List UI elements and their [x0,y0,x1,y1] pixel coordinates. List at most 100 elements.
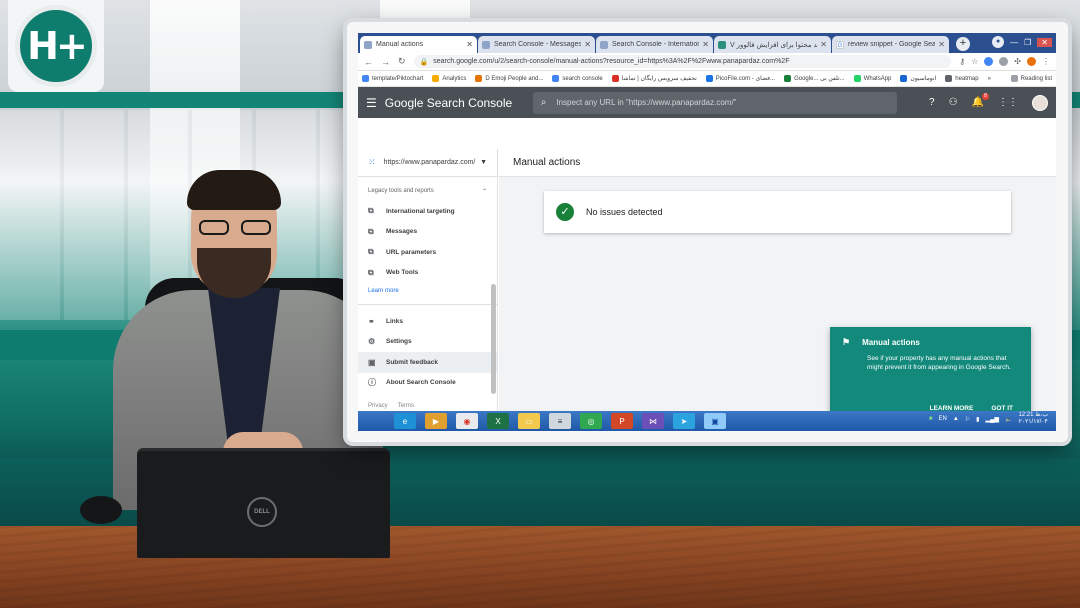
bookmark[interactable]: تخفیف سرویس رایگان | تماشا [611,75,697,82]
manual-actions-tooltip: ⚑ Manual actions See if your property ha… [830,327,1031,424]
puzzle-icon[interactable]: ✣ [1014,57,1021,66]
close-window-icon[interactable]: ✕ [1037,37,1052,47]
excel-icon[interactable]: X [487,413,509,429]
bookmark[interactable]: search console [552,75,603,82]
bookmark-icon [611,75,619,82]
sidebar-item-settings[interactable]: ⚙ Settings [358,332,497,353]
bookmark[interactable]: Analytics [432,75,466,82]
url-inspect-search[interactable]: ⌕ Inspect any URL in "https://www.panapa… [532,91,897,114]
sidebar-item-messages[interactable]: ⧉ Messages [358,222,497,243]
notifications-bell-icon[interactable]: 🔔 8 [972,93,989,108]
bookmark[interactable]: Google... تلفن بی... [784,75,845,82]
bookmark[interactable]: WhatsApp [853,75,891,82]
avatar-icon[interactable] [1027,57,1036,66]
tab-manual-actions[interactable]: Manual actions ✕ [360,36,477,53]
page-title: Manual actions [499,149,1056,177]
window-app-icon[interactable]: ▣ [704,413,726,429]
lock-icon: 🔒 [419,58,429,66]
user-avatar[interactable] [1032,94,1048,111]
reload-icon[interactable]: ↻ [398,56,406,67]
property-selector[interactable]: ⁙ https://www.panapardaz.com/ ▼ [358,149,497,177]
sidebar-item-submit-feedback[interactable]: ▣ Submit feedback [358,352,497,373]
computer-mouse [80,496,122,524]
chrome-icon[interactable]: ◉ [456,413,478,429]
sidebar-item-label: Links [386,317,403,325]
sidebar-item-web-tools[interactable]: ⧉ Web Tools [358,263,497,284]
terms-link[interactable]: Terms [398,403,414,409]
header-actions: ? ⚇ 🔔 8 ⋮⋮ [929,93,1048,111]
minimize-icon[interactable]: — [1010,38,1018,47]
bookmark-icon [900,75,908,82]
bookmark[interactable]: اتوماسیون [900,75,936,82]
close-tab-icon[interactable]: ✕ [584,40,591,49]
star-icon[interactable]: ☆ [971,57,978,66]
close-tab-icon[interactable]: ✕ [938,40,945,49]
close-tab-icon[interactable]: ✕ [702,40,709,49]
powerpoint-icon[interactable]: P [611,413,633,429]
visual-studio-icon[interactable]: ⋈ [642,413,664,429]
tooltip-title-row: ⚑ Manual actions [842,337,1019,348]
battery-icon[interactable]: ▮ [976,416,979,423]
apps-grid-icon[interactable]: ⋮⋮ [998,97,1018,108]
manage-users-icon[interactable]: ⚇ [949,97,958,108]
tab-international[interactable]: Search Console - Internationa ✕ [596,36,713,53]
new-tab-button[interactable]: + [956,37,970,51]
url-field[interactable]: 🔒 search.google.com/u/2/search-console/m… [413,55,952,68]
key-icon[interactable]: ⚷ [959,57,965,66]
sidebar-item-links[interactable]: ⚭ Links [358,311,497,332]
extension-icon[interactable] [984,57,994,66]
tray-app-icon[interactable]: ■ [929,416,933,422]
section-label: Legacy tools and reports [368,188,434,194]
tooltip-body: See if your property has any manual acti… [867,355,1011,371]
bookmark[interactable]: PicoFile.com - فضای... [705,75,775,82]
ie-icon[interactable]: e [394,413,416,429]
laptop: DELL [137,448,390,558]
extension-icon[interactable] [999,57,1009,66]
sidebar-item-label: International targeting [386,207,455,215]
clock[interactable]: 12:21 ب.ظ ۲۰۲۱/۱۷/۰۴ [1018,412,1048,426]
network-icon[interactable]: ◎ [580,413,602,429]
bookmark-label: Google... تلفن بی... [794,76,845,82]
signal-icon[interactable]: ▂▄▆ [985,416,998,423]
sidebar-scrollbar[interactable] [491,284,496,394]
learn-more-link[interactable]: Learn more [358,283,497,305]
language-indicator[interactable]: EN [938,416,946,422]
bookmark-label: D Emoji People and... [485,75,544,82]
gsc-brand[interactable]: Google Search Console [385,96,533,110]
flag-icon[interactable]: ⚐ [965,416,970,423]
close-tab-icon[interactable]: ✕ [466,40,473,49]
close-tab-icon[interactable]: ✕ [820,40,827,49]
bookmark[interactable]: D Emoji People and... [475,75,543,82]
telegram-icon[interactable]: ➤ [673,413,695,429]
bookmark[interactable]: template/Piktochart [362,75,423,82]
privacy-link[interactable]: Privacy [368,403,388,409]
tab-review-snippet[interactable]: G review snippet - Google Search ✕ [832,36,949,53]
hamburger-menu-icon[interactable]: ☰ [366,96,377,110]
sidebar-item-label: Messages [386,228,418,236]
restore-icon[interactable]: ❐ [1024,38,1031,47]
volume-icon[interactable]: 🔈 [1005,416,1012,423]
tab-messages[interactable]: Search Console - Messages fo ✕ [478,36,595,53]
property-url: https://www.panapardaz.com/ [383,159,476,166]
sidebar-item-url-parameters[interactable]: ⧉ URL parameters [358,242,497,263]
menu-dots-icon[interactable]: ⋮ [1042,57,1050,66]
help-icon[interactable]: ? [929,97,935,108]
show-hidden-icon[interactable]: ▲ [953,416,959,422]
tab-persian-article[interactable]: V ترفند تولید محتوا برای افزایش فالوور ✕ [714,36,831,53]
bookmark[interactable]: heatmap [945,75,979,82]
feedback-icon: ▣ [368,357,376,367]
media-player-icon[interactable]: ▶ [425,413,447,429]
reading-list[interactable]: Reading list [1010,75,1052,82]
back-icon[interactable]: ← [364,57,373,67]
sidebar-item-international-targeting[interactable]: ⧉ International targeting [358,201,497,222]
file-explorer-icon[interactable]: ▭ [518,413,540,429]
system-tray: ■ EN ▲ ⚐ ▮ ▂▄▆ 🔈 12:21 ب.ظ ۲۰۲۱/۱۷/۰۴ [929,412,1048,426]
external-link-icon: ⧉ [368,226,374,236]
profile-icon[interactable]: ● [992,36,1005,48]
notepad-icon[interactable]: ≡ [549,413,571,429]
legacy-section-header[interactable]: Legacy tools and reports ⌃ [358,177,497,201]
sidebar-item-about[interactable]: ⓘ About Search Console [358,373,497,394]
more-bookmarks-icon[interactable]: » [988,76,991,82]
forward-icon[interactable]: → [381,57,390,67]
presenter-glasses [195,220,275,236]
